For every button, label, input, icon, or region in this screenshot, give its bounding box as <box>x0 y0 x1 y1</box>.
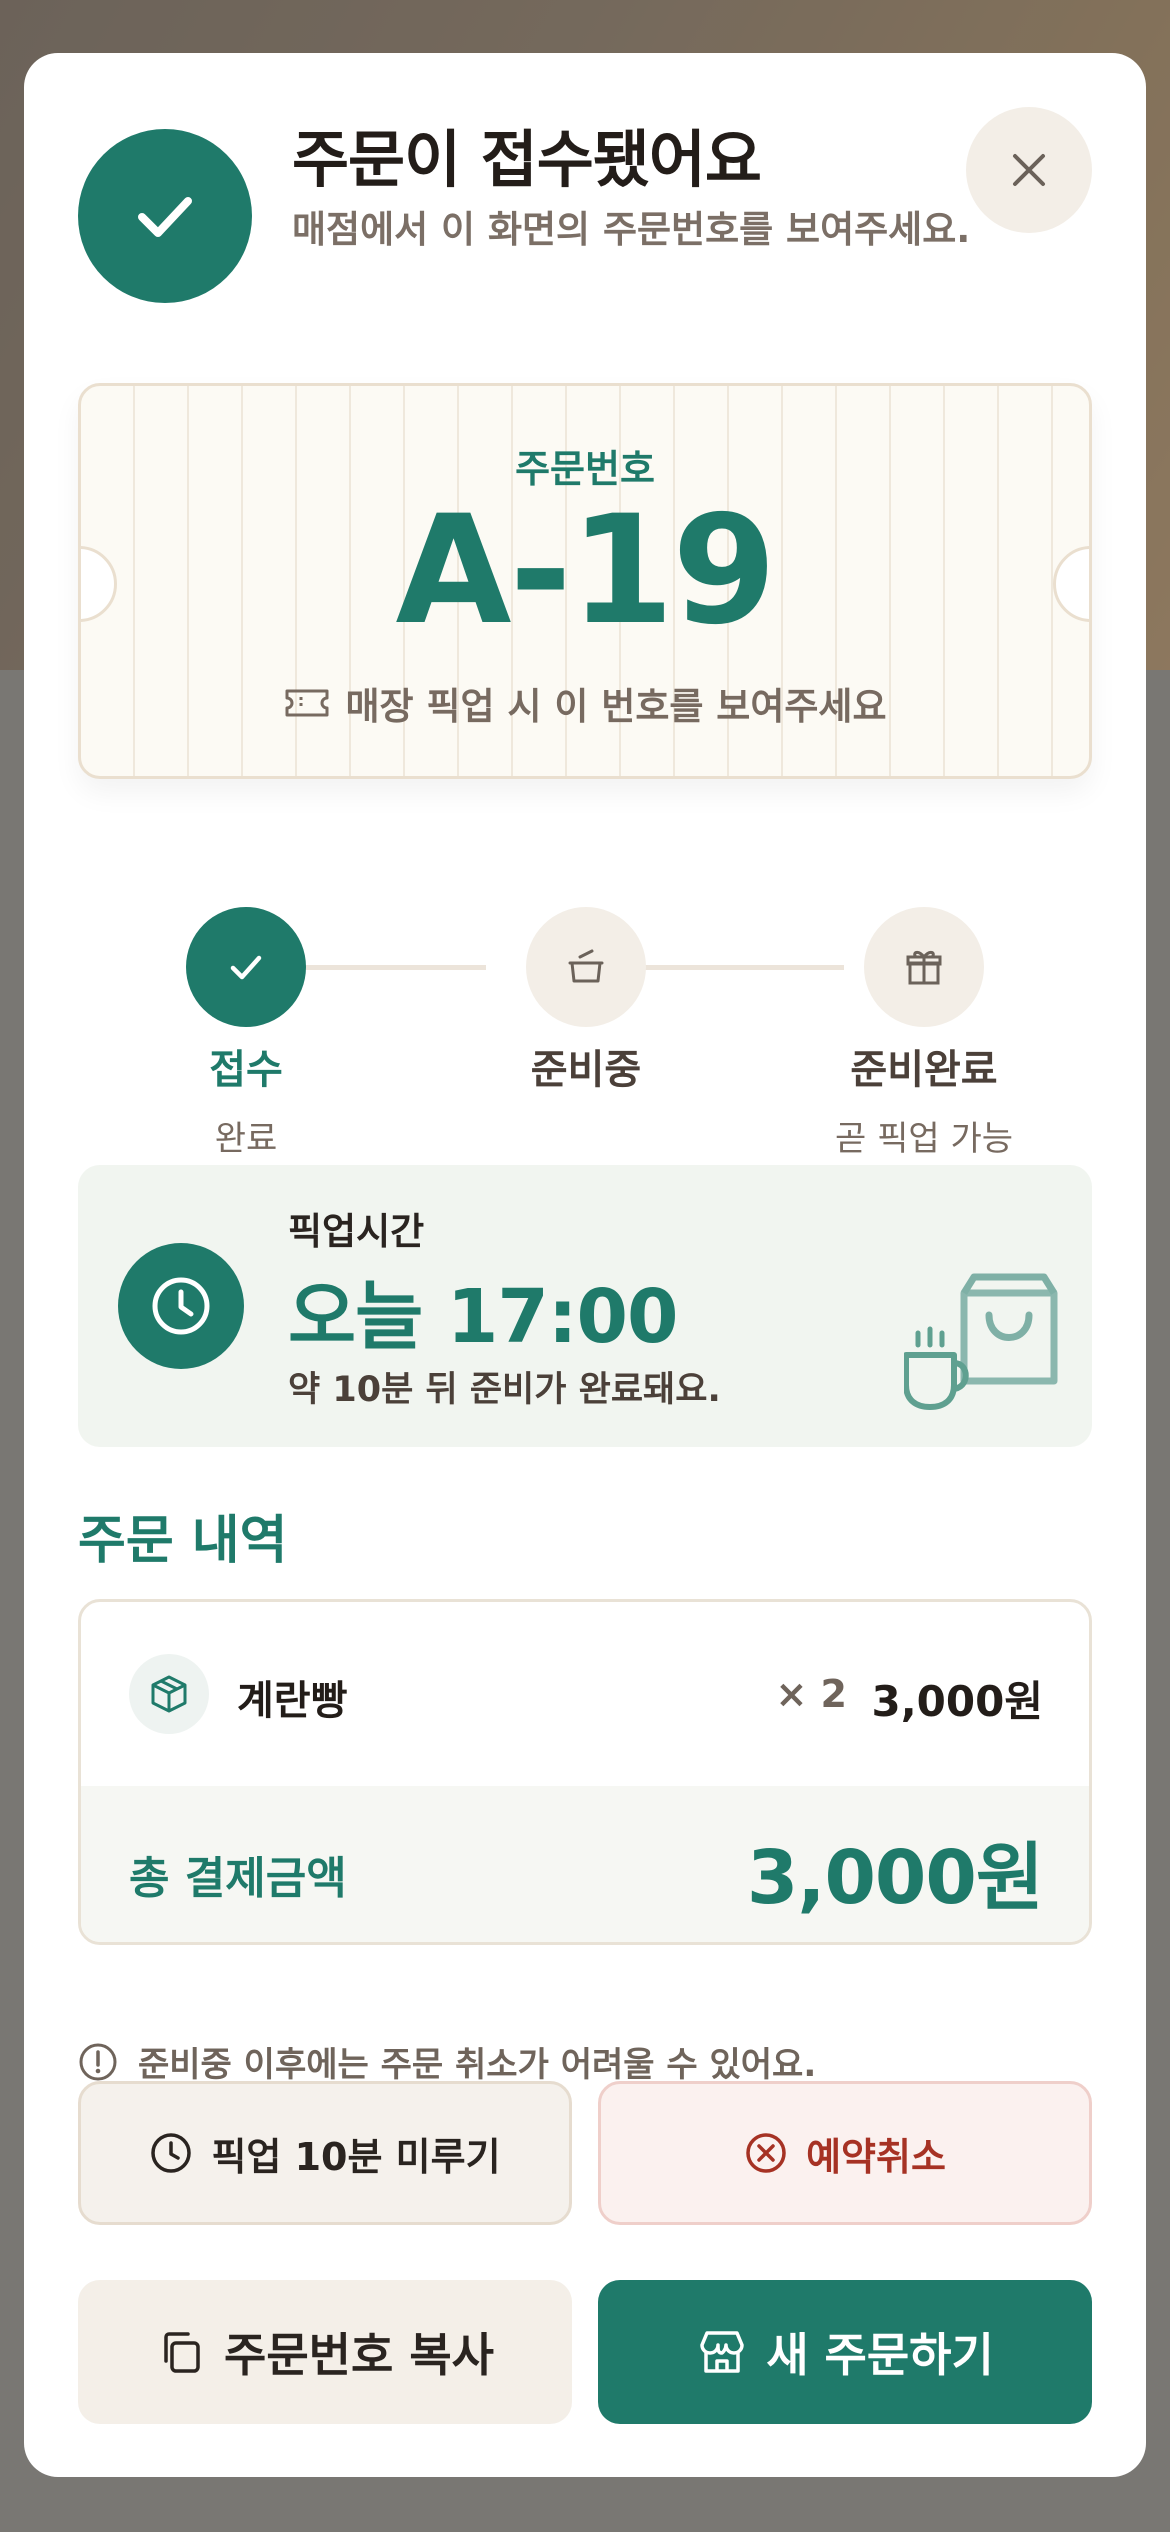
ticket-icon <box>285 689 329 717</box>
shopping-bag-illustration-icon <box>904 1273 1058 1410</box>
step-ready <box>864 907 984 1027</box>
clock-icon <box>151 2133 192 2173</box>
total-label: 총 결제금액 <box>129 1853 347 1904</box>
delay-pickup-button[interactable]: 픽업 10분 미루기 <box>78 2081 572 2225</box>
step-preparing <box>526 907 646 1027</box>
total-value: 3,000원 <box>746 1835 1044 1921</box>
step-label: 접수 <box>209 1047 283 1093</box>
step-label: 준비중 <box>530 1047 642 1093</box>
order-number: A-19 <box>395 484 776 658</box>
new-order-label: 새 주문하기 <box>766 2328 994 2382</box>
ticket-hint-text: 매장 픽업 시 이 번호를 보여주세요 <box>345 685 887 728</box>
pickup-note: 약 10분 뒤 준비가 완료돼요. <box>288 1370 721 1410</box>
total-row: 총 결제금액 3,000원 <box>81 1786 1089 1942</box>
clock-icon <box>118 1243 244 1369</box>
page-subtitle: 매점에서 이 화면의 주문번호를 보여주세요. <box>292 208 971 251</box>
close-icon <box>1013 154 1045 186</box>
ticket-hint: 매장 픽업 시 이 번호를 보여주세요 <box>81 676 1089 730</box>
progress-steps: 접수 완료 준비중 준비완료 곧 픽업 가능 <box>24 853 1146 1173</box>
list-item: 계란빵 × 2 3,000원 <box>81 1602 1089 1786</box>
order-number-ticket: 주문번호 A-19 매장 픽업 시 이 번호를 보여주세요 <box>78 383 1092 779</box>
copy-icon <box>164 2332 200 2373</box>
cancel-circle-icon <box>746 2133 786 2173</box>
item-quantity: × 2 <box>775 1672 847 1716</box>
page-title: 주문이 접수됐어요 <box>292 123 762 196</box>
step-label: 준비완료 <box>850 1047 998 1093</box>
close-button[interactable] <box>966 107 1092 233</box>
item-price: 3,000원 <box>871 1677 1044 1726</box>
cancel-notice: 준비중 이후에는 주문 취소가 어려울 수 있어요. <box>78 2037 816 2086</box>
package-icon <box>129 1654 209 1734</box>
cancel-reservation-label: 예약취소 <box>806 2134 946 2179</box>
step-received <box>186 907 306 1027</box>
cancel-reservation-button[interactable]: 예약취소 <box>598 2081 1092 2225</box>
pickup-time-card: 픽업시간 오늘 17:00 약 10분 뒤 준비가 완료돼요. <box>78 1165 1092 1447</box>
success-check-icon <box>78 129 252 303</box>
delay-pickup-label: 픽업 10분 미루기 <box>211 2134 501 2179</box>
step-sub: 완료 <box>214 1119 278 1159</box>
pickup-time: 오늘 17:00 <box>288 1274 678 1360</box>
store-icon <box>700 2331 744 2373</box>
step-sub: 곧 픽업 가능 <box>834 1119 1013 1159</box>
pickup-label: 픽업시간 <box>288 1210 425 1253</box>
order-details-card: 계란빵 × 2 3,000원 총 결제금액 3,000원 <box>78 1599 1092 1945</box>
copy-order-number-label: 주문번호 복사 <box>224 2328 494 2382</box>
pot-icon <box>568 949 604 983</box>
check-icon <box>230 955 262 980</box>
new-order-button[interactable]: 새 주문하기 <box>598 2280 1092 2424</box>
order-details-title: 주문 내역 <box>78 1511 288 1571</box>
copy-order-number-button[interactable]: 주문번호 복사 <box>78 2280 572 2424</box>
item-name: 계란빵 <box>237 1678 348 1724</box>
cancel-notice-text: 준비중 이후에는 주문 취소가 어려울 수 있어요. <box>138 2045 817 2085</box>
order-confirmation-sheet: 주문이 접수됐어요 매점에서 이 화면의 주문번호를 보여주세요. 주문번호 A… <box>24 53 1146 2477</box>
gift-icon <box>906 950 942 985</box>
alert-icon <box>79 2043 117 2080</box>
